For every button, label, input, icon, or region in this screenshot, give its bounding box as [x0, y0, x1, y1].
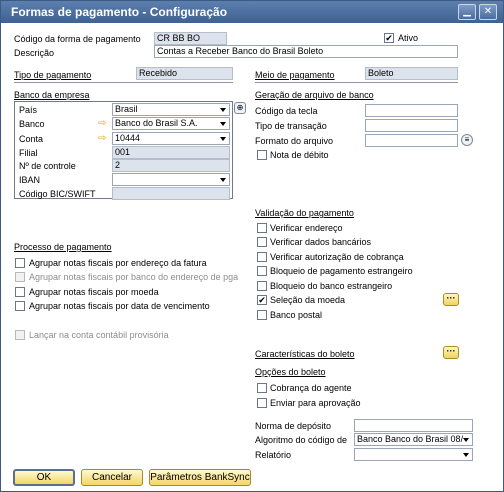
process-item-label: Agrupar notas fiscais por moeda: [29, 287, 159, 297]
deposit-norm-label: Norma de depósito: [255, 421, 332, 431]
payment-type-field: Recebido: [136, 67, 233, 80]
validation-item-label: Bloqueio do banco estrangeiro: [270, 281, 393, 291]
control-number-field: 2: [112, 159, 230, 172]
list-icon[interactable]: ≡: [461, 134, 473, 146]
transaction-type-input[interactable]: [365, 119, 458, 132]
link-arrow-icon[interactable]: ⇨: [98, 119, 108, 129]
payment-type-label: Tipo de pagamento: [14, 70, 92, 80]
country-select[interactable]: Brasil: [112, 103, 230, 116]
agent-collection-checkbox[interactable]: [257, 383, 267, 393]
validation-checkbox[interactable]: [257, 237, 267, 247]
bic-field: [112, 187, 230, 200]
file-format-label: Formato do arquivo: [255, 136, 334, 146]
process-item-label: Agrupar notas fiscais por endereço da fa…: [29, 258, 207, 268]
file-gen-title: Geração de arquivo de banco: [255, 90, 374, 100]
process-checkbox[interactable]: [15, 301, 25, 311]
bic-label: Código BIC/SWIFT: [19, 189, 96, 199]
process-checkbox[interactable]: [15, 258, 25, 268]
cancel-button[interactable]: Cancelar: [81, 469, 143, 486]
close-icon[interactable]: ✕: [479, 4, 497, 20]
iban-label: IBAN: [19, 175, 41, 185]
key-code-input[interactable]: [365, 104, 458, 117]
code-algorithm-label: Algoritmo do código de: [255, 435, 348, 445]
process-checkbox[interactable]: [15, 287, 25, 297]
validation-item-label: Verificar endereço: [270, 223, 343, 233]
title-bar: Formas de pagamento - Configuração ▁ ✕: [1, 1, 503, 23]
link-arrow-icon[interactable]: ⇨: [98, 134, 108, 144]
boleto-characteristics-button[interactable]: ···: [443, 346, 459, 359]
account-label: Conta: [19, 134, 44, 144]
file-format-input[interactable]: [365, 134, 458, 147]
banksync-parameters-button[interactable]: Parâmetros BankSync: [149, 469, 251, 486]
interim-account-checkbox: [15, 330, 25, 340]
validation-checkbox[interactable]: [257, 266, 267, 276]
link-icon[interactable]: ⊕: [234, 102, 246, 114]
validation-item-label: Seleção da moeda: [270, 295, 346, 305]
payment-means-field: Boleto: [365, 67, 458, 80]
validation-item-label: Banco postal: [270, 310, 323, 320]
deposit-norm-input[interactable]: [354, 419, 473, 432]
process-checkbox: [15, 272, 25, 282]
validation-item-label: Verificar autorização de cobrança: [270, 252, 404, 262]
validation-checkbox[interactable]: [257, 223, 267, 233]
report-select[interactable]: [354, 448, 473, 461]
currency-selection-more-button[interactable]: ···: [443, 293, 459, 306]
validation-checkbox[interactable]: [257, 252, 267, 262]
boleto-options-title: Opções do boleto: [255, 367, 326, 377]
validation-checkbox[interactable]: [257, 310, 267, 320]
send-approval-label: Enviar para aprovação: [270, 398, 361, 408]
validation-checkbox[interactable]: [257, 281, 267, 291]
ativo-checkbox[interactable]: ✔: [384, 33, 394, 43]
description-label: Descrição: [14, 48, 55, 58]
window-title: Formas de pagamento - Configuração: [11, 5, 228, 19]
process-title: Processo de pagamento: [14, 242, 112, 252]
process-item-label: Agrupar notas fiscais por banco do ender…: [29, 272, 239, 282]
divider: [255, 82, 458, 83]
transaction-type-label: Tipo de transação: [255, 121, 327, 131]
validation-item-label: Bloqueio de pagamento estrangeiro: [270, 266, 413, 276]
bank-section-title: Banco da empresa: [14, 90, 90, 100]
ok-button[interactable]: OK: [13, 469, 75, 486]
code-field[interactable]: CR BB BO: [154, 32, 227, 45]
report-label: Relatório: [255, 450, 292, 460]
minimize-icon[interactable]: ▁: [458, 4, 476, 20]
payment-means-label: Meio de pagamento: [255, 70, 335, 80]
debit-note-checkbox[interactable]: [257, 150, 267, 160]
ativo-label: Ativo: [398, 33, 419, 43]
divider: [14, 82, 233, 83]
account-select[interactable]: 10444: [112, 132, 230, 145]
validation-item-label: Verificar dados bancários: [270, 237, 372, 247]
branch-label: Filial: [19, 148, 38, 158]
branch-field: 001: [112, 146, 230, 159]
code-label: Código da forma de pagamento: [14, 34, 141, 44]
boleto-characteristics-label: Características do boleto: [255, 349, 355, 359]
debit-note-label: Nota de débito: [270, 150, 329, 160]
agent-collection-label: Cobrança do agente: [270, 383, 352, 393]
currency-selection-checkbox[interactable]: ✔: [257, 295, 267, 305]
code-algorithm-select[interactable]: Banco Banco do Brasil 08/: [354, 433, 473, 446]
description-field[interactable]: Contas a Receber Banco do Brasil Boleto: [154, 45, 458, 58]
iban-select[interactable]: [112, 173, 230, 186]
send-approval-checkbox[interactable]: [257, 398, 267, 408]
control-number-label: Nº de controle: [19, 161, 76, 171]
key-code-label: Código da tecla: [255, 106, 318, 116]
validation-title: Validação do pagamento: [255, 208, 354, 218]
interim-account-label: Lançar na conta contábil provisória: [29, 330, 169, 340]
payment-method-window: Formas de pagamento - Configuração ▁ ✕ C…: [0, 0, 504, 492]
country-label: País: [19, 105, 38, 115]
bank-select[interactable]: Banco do Brasil S.A.: [112, 117, 230, 130]
bank-label: Banco: [19, 119, 45, 129]
process-item-label: Agrupar notas fiscais por data de vencim…: [29, 301, 210, 311]
